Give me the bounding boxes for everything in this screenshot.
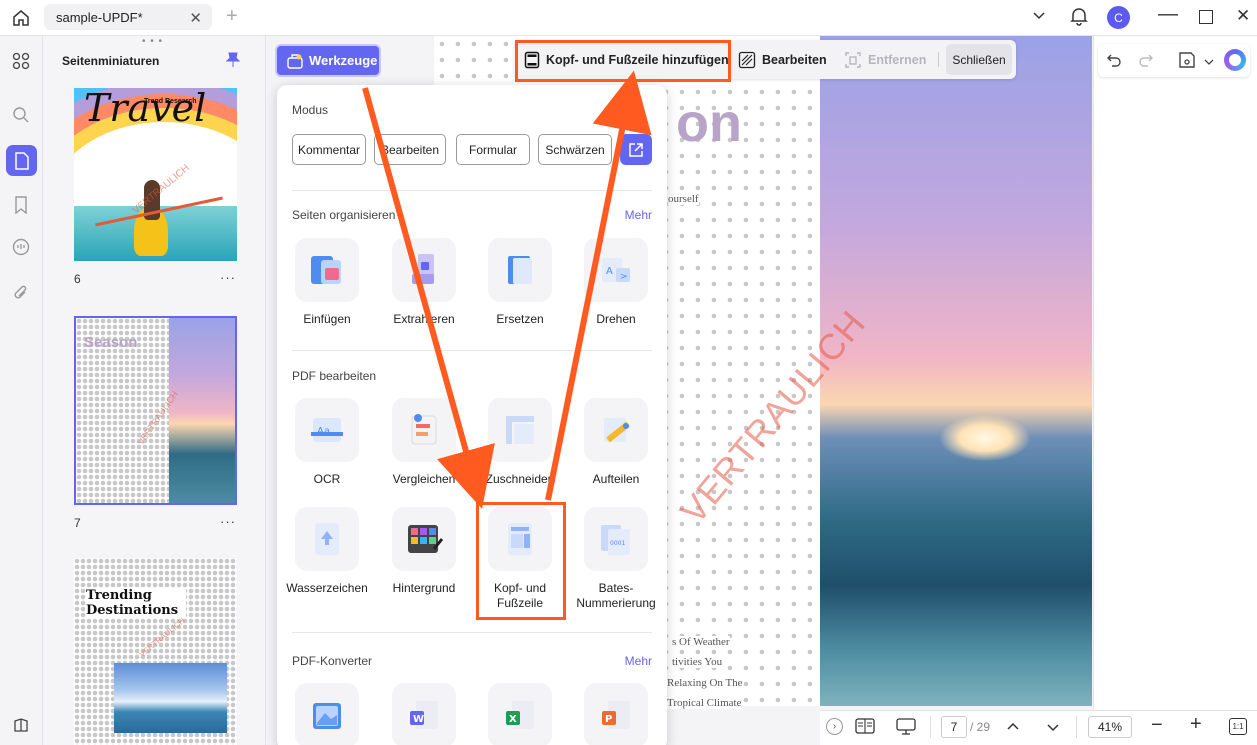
page-number-input[interactable]: 7 — [941, 716, 967, 738]
actual-size-icon[interactable]: 1:1 — [1229, 718, 1247, 735]
arrow-up — [545, 70, 652, 501]
arrow-down — [362, 87, 495, 509]
zoom-in-icon[interactable]: + — [1190, 713, 1202, 736]
presentation-icon[interactable] — [895, 718, 917, 741]
previous-page-icon[interactable] — [1006, 719, 1020, 737]
zoom-out-icon[interactable]: − — [1151, 714, 1163, 737]
status-divider — [930, 716, 931, 738]
annotation-arrows — [362, 70, 652, 509]
reading-mode-icon[interactable] — [855, 718, 875, 739]
total-pages: / 29 — [970, 720, 991, 734]
next-page-icon[interactable] — [1046, 721, 1060, 739]
expand-arrow-icon[interactable]: › — [826, 718, 843, 735]
status-divider — [1076, 716, 1077, 738]
zoom-level-input[interactable]: 41% — [1088, 716, 1132, 738]
